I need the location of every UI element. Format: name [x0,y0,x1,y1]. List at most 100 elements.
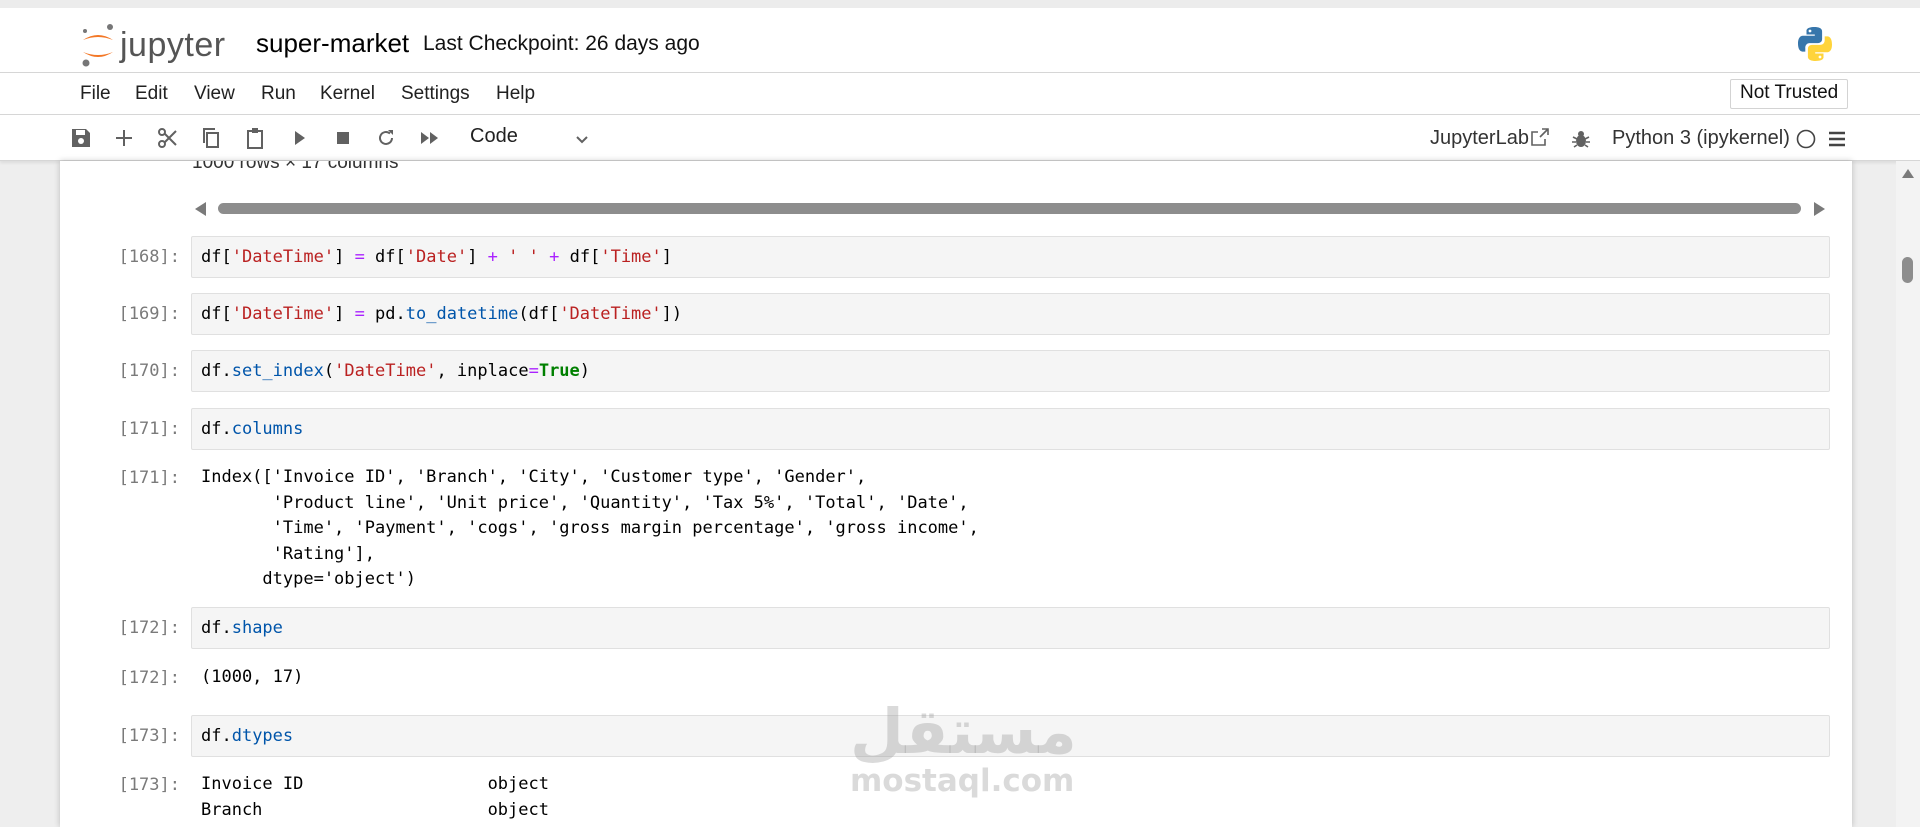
copy-icon[interactable] [199,126,223,150]
code-token: = [354,247,365,267]
menu-help[interactable]: Help [496,83,535,105]
output-line: Invoice ID object [201,774,549,794]
menu-kernel[interactable]: Kernel [320,83,375,105]
menu-view[interactable]: View [194,83,235,105]
plus-icon[interactable] [112,126,136,150]
notebook-title[interactable]: super-market [256,28,409,59]
input-prompt: [168]: [118,247,180,267]
code-token: = [528,361,539,381]
code-token: df. [201,726,232,746]
watermark-arabic-text: مستقل [850,695,1077,768]
code-token: df. [201,361,232,381]
code-token: df[ [201,247,232,267]
output-line: Index(['Invoice ID', 'Branch', 'City', '… [201,467,867,487]
scrollbar-thumb[interactable] [218,203,1801,214]
kernel-name[interactable]: Python 3 (ipykernel) [1612,127,1790,150]
input-prompt: [173]: [118,726,180,746]
code-token: ] [661,247,673,267]
scroll-right-arrow-icon[interactable] [1814,202,1825,216]
output-prompt: [173]: [118,775,180,795]
cell-type-select[interactable]: Code [458,125,593,151]
mostaql-watermark: مستقل mostaql.com [850,695,1077,810]
bug-icon[interactable] [1570,128,1592,150]
code-token: 'DateTime' [231,247,335,267]
scissors-icon[interactable] [156,126,180,150]
output-line: dtype='object') [201,569,416,589]
cell-type-label: Code [470,125,518,147]
restart-icon[interactable] [374,126,398,150]
code-token: df. [201,618,232,638]
chevron-down-icon [576,136,588,144]
code-token: set_index [231,361,324,381]
logo-text: jupyter [120,26,226,64]
not-trusted-button[interactable]: Not Trusted [1730,79,1849,109]
code-token: ) [579,361,591,381]
code-token: ( [323,361,335,381]
code-token: 'DateTime' [334,361,437,381]
output-cell-173: Invoice ID object Branch object [201,772,549,823]
code-token: ] [334,304,355,324]
code-token: columns [231,419,304,439]
code-token: , inplace [436,361,529,381]
python-logo-icon [1795,24,1835,64]
menu-settings[interactable]: Settings [401,83,470,105]
horizontal-scrollbar[interactable] [195,199,1825,217]
output-cell-171: Index(['Invoice ID', 'Branch', 'City', '… [201,465,979,593]
code-token: (df[ [518,304,560,324]
output-line: Branch object [201,799,549,820]
jupyter-logo[interactable]: jupyter [80,22,240,72]
kernel-idle-circle-icon [1796,129,1816,149]
input-prompt: [171]: [118,419,180,439]
stop-icon[interactable] [331,126,355,150]
code-token: shape [231,618,283,638]
scrollbar-thumb[interactable] [1902,257,1913,283]
hamburger-menu-icon[interactable] [1826,128,1848,150]
top-header: jupyter super-market Last Checkpoint: 26… [0,0,1920,72]
code-token: df. [201,419,232,439]
code-token: 'Time' [600,247,662,267]
code-token: 'DateTime' [231,304,335,324]
menu-bar: File Edit View Run Kernel Settings Help … [0,72,1920,115]
output-prompt: [172]: [118,668,180,688]
scroll-left-arrow-icon[interactable] [195,202,206,216]
output-prompt: [171]: [118,468,180,488]
code-token: pd. [364,304,406,324]
output-line: (1000, 17) [201,667,304,687]
code-token: + [549,247,560,267]
menu-run[interactable]: Run [261,83,296,105]
code-cell-168[interactable]: df['DateTime'] = df['Date'] + ' ' + df['… [191,236,1830,278]
notebook-toolbar: Code JupyterLab Python 3 (ipykernel) [0,115,1920,161]
vertical-scrollbar[interactable] [1896,161,1920,827]
code-token: df[ [559,247,601,267]
external-link-icon[interactable] [1530,127,1550,147]
code-token: ' ' [508,247,539,267]
code-token: ] [467,247,488,267]
input-prompt: [170]: [118,361,180,381]
code-token: ]) [661,304,683,324]
run-icon[interactable] [287,126,311,150]
code-cell-169[interactable]: df['DateTime'] = pd.to_datetime(df['Date… [191,293,1830,335]
output-line: 'Product line', 'Unit price', 'Quantity'… [201,492,969,513]
code-token: True [538,361,580,381]
code-token: dtypes [231,726,294,746]
scroll-up-arrow-icon[interactable] [1902,169,1914,178]
output-line: 'Rating'], [201,543,375,564]
menu-edit[interactable]: Edit [135,83,168,105]
menu-file[interactable]: File [80,83,111,105]
jupyterlab-link[interactable]: JupyterLab [1430,127,1529,150]
save-icon[interactable] [69,126,93,150]
fast-forward-icon[interactable] [418,126,442,150]
code-cell-172[interactable]: df.shape [191,607,1830,649]
input-prompt: [169]: [118,304,180,324]
code-cell-170[interactable]: df.set_index('DateTime', inplace=True) [191,350,1830,392]
code-token: df[ [364,247,406,267]
paste-icon[interactable] [243,126,267,150]
code-token: + [487,247,498,267]
code-cell-171[interactable]: df.columns [191,408,1830,450]
jupyter-logo-icon [82,24,113,67]
code-token: 'Date' [405,247,468,267]
checkpoint-status: Last Checkpoint: 26 days ago [423,32,700,55]
code-token: = [354,304,365,324]
